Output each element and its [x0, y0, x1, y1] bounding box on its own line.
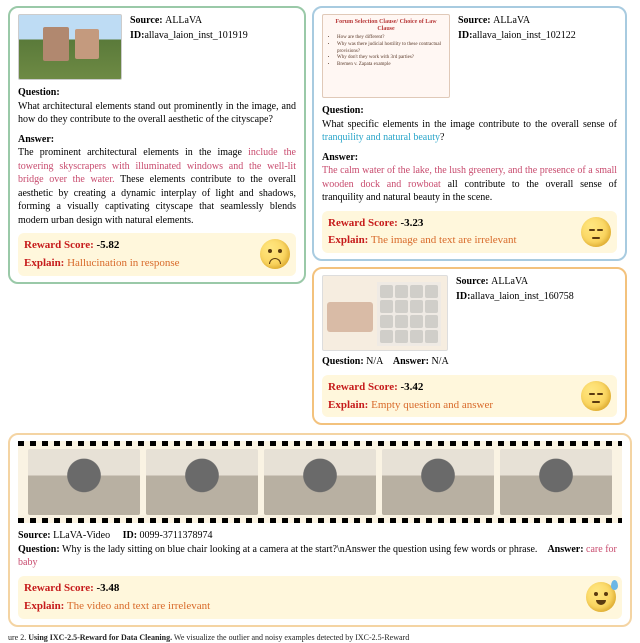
panel-c-answer: N/A: [431, 356, 448, 367]
pensive-face-icon: [581, 217, 611, 247]
reward-label: Reward Score:: [24, 582, 94, 594]
panel-d-question: Why is the lady sitting on blue chair lo…: [62, 544, 537, 555]
answer-label: Answer:: [393, 356, 429, 367]
question-label: Question:: [322, 356, 364, 367]
pensive-face-icon: [581, 381, 611, 411]
video-frame: [146, 449, 258, 515]
reward-label: Reward Score:: [328, 381, 398, 393]
panel-a-header: Source: ALLaVA ID:allava_laion_inst_1019…: [18, 14, 296, 80]
panel-a-id: allava_laion_inst_101919: [144, 30, 247, 41]
panel-b-meta: Source: ALLaVA ID:allava_laion_inst_1021…: [458, 14, 617, 98]
panel-d-id: 0099-3711378974: [140, 530, 213, 541]
explain-label: Explain:: [328, 399, 368, 411]
panel-d-source: LLaVA-Video: [53, 530, 110, 541]
panel-d: Source: LLaVA-Video ID: 0099-3711378974 …: [8, 433, 632, 626]
panel-c-source: ALLaVA: [491, 276, 528, 287]
panel-c-id: allava_laion_inst_160758: [470, 291, 573, 302]
panel-b: Forum Selection Clause/ Choice of Law Cl…: [312, 6, 627, 261]
answer-label: Answer:: [18, 133, 296, 147]
panel-d-explain: The video and text are irrelevant: [67, 600, 210, 612]
panel-c-qa: Question: N/A Answer: N/A: [322, 355, 617, 369]
panel-c-thumb: [322, 275, 448, 351]
right-column: Forum Selection Clause/ Choice of Law Cl…: [312, 6, 627, 425]
explain-label: Explain:: [328, 234, 368, 246]
panel-b-id: allava_laion_inst_102122: [472, 30, 575, 41]
panel-b-header: Forum Selection Clause/ Choice of Law Cl…: [322, 14, 617, 98]
panel-b-source: ALLaVA: [493, 15, 530, 26]
panel-b-answer: The calm water of the lake, the lush gre…: [322, 164, 617, 205]
panel-a-reward-block: Reward Score: -5.82 Explain: Hallucinati…: [18, 233, 296, 276]
panel-a-thumb: [18, 14, 122, 80]
source-label: Source:: [456, 276, 489, 287]
panel-a-meta: Source: ALLaVA ID:allava_laion_inst_1019…: [130, 14, 296, 80]
panel-b-reward-block: Reward Score: -3.23 Explain: The image a…: [322, 211, 617, 254]
panel-c-reward-block: Reward Score: -3.42 Explain: Empty quest…: [322, 375, 617, 418]
slide-title: Forum Selection Clause/ Choice of Law Cl…: [329, 19, 443, 32]
panel-c: Source: ALLaVA ID:allava_laion_inst_1607…: [312, 267, 627, 425]
panel-d-qa: Question: Why is the lady sitting on blu…: [18, 543, 622, 570]
source-label: Source:: [130, 15, 163, 26]
source-label: Source:: [458, 15, 491, 26]
slide-bullet: How are they different?: [337, 35, 443, 42]
slide-bullet: Why was there judicial hostility to thes…: [337, 42, 443, 56]
panels-row: Source: ALLaVA ID:allava_laion_inst_1019…: [0, 0, 640, 429]
id-label: ID:: [123, 530, 137, 541]
video-frame: [28, 449, 140, 515]
caption-prefix: ure 2.: [8, 633, 28, 642]
panel-b-explain: The image and text are irrelevant: [371, 234, 517, 246]
filmstrip: [18, 441, 622, 523]
panel-b-question-pre: What specific elements in the image cont…: [322, 119, 617, 130]
slide-bullet: Bremen v. Zapata example: [337, 62, 443, 69]
panel-d-reward-block: Reward Score: -3.48 Explain: The video a…: [18, 576, 622, 619]
panel-a-answer: The prominent architectural elements in …: [18, 146, 296, 227]
panel-c-explain: Empty question and answer: [371, 399, 493, 411]
source-label: Source:: [18, 530, 51, 541]
panel-b-question: What specific elements in the image cont…: [322, 118, 617, 145]
slide-bullet: Why don't they work with 3rd parties?: [337, 55, 443, 62]
explain-label: Explain:: [24, 257, 64, 269]
explain-label: Explain:: [24, 600, 64, 612]
panel-b-reward: -3.23: [401, 217, 424, 229]
question-label: Question:: [18, 86, 296, 100]
left-column: Source: ALLaVA ID:allava_laion_inst_1019…: [8, 6, 306, 425]
video-frame: [382, 449, 494, 515]
id-label: ID:: [458, 30, 472, 41]
confused-face-icon: [260, 239, 290, 269]
panel-a-source: ALLaVA: [165, 15, 202, 26]
caption-rest: We visualize the outlier and noisy examp…: [172, 633, 409, 642]
panel-a-answer-pre: The prominent architectural elements in …: [18, 147, 248, 158]
figure-caption: ure 2. Using IXC-2.5-Reward for Data Cle…: [8, 633, 632, 643]
caption-bold: Using IXC-2.5-Reward for Data Cleaning.: [28, 633, 172, 642]
question-label: Question:: [322, 104, 617, 118]
reward-label: Reward Score:: [328, 217, 398, 229]
panel-c-header: Source: ALLaVA ID:allava_laion_inst_1607…: [322, 275, 617, 351]
panel-a: Source: ALLaVA ID:allava_laion_inst_1019…: [8, 6, 306, 284]
panel-d-reward: -3.48: [97, 582, 120, 594]
sweat-smile-icon: [586, 582, 616, 612]
reward-label: Reward Score:: [24, 239, 94, 251]
question-label: Question:: [18, 544, 60, 555]
answer-label: Answer:: [322, 151, 617, 165]
video-frame: [500, 449, 612, 515]
panel-a-reward: -5.82: [97, 239, 120, 251]
panel-a-question: What architectural elements stand out pr…: [18, 100, 296, 127]
panel-c-question: N/A: [366, 356, 383, 367]
panel-d-meta: Source: LLaVA-Video ID: 0099-3711378974: [18, 529, 622, 543]
panel-b-question-post: ?: [440, 132, 444, 143]
panel-c-meta: Source: ALLaVA ID:allava_laion_inst_1607…: [456, 275, 617, 351]
panel-b-question-hl: tranquility and natural beauty: [322, 132, 440, 143]
video-frame: [264, 449, 376, 515]
id-label: ID:: [456, 291, 470, 302]
panel-c-reward: -3.42: [401, 381, 424, 393]
panel-a-explain: Hallucination in response: [67, 257, 179, 269]
answer-label: Answer:: [547, 544, 583, 555]
panel-b-thumb: Forum Selection Clause/ Choice of Law Cl…: [322, 14, 450, 98]
id-label: ID:: [130, 30, 144, 41]
